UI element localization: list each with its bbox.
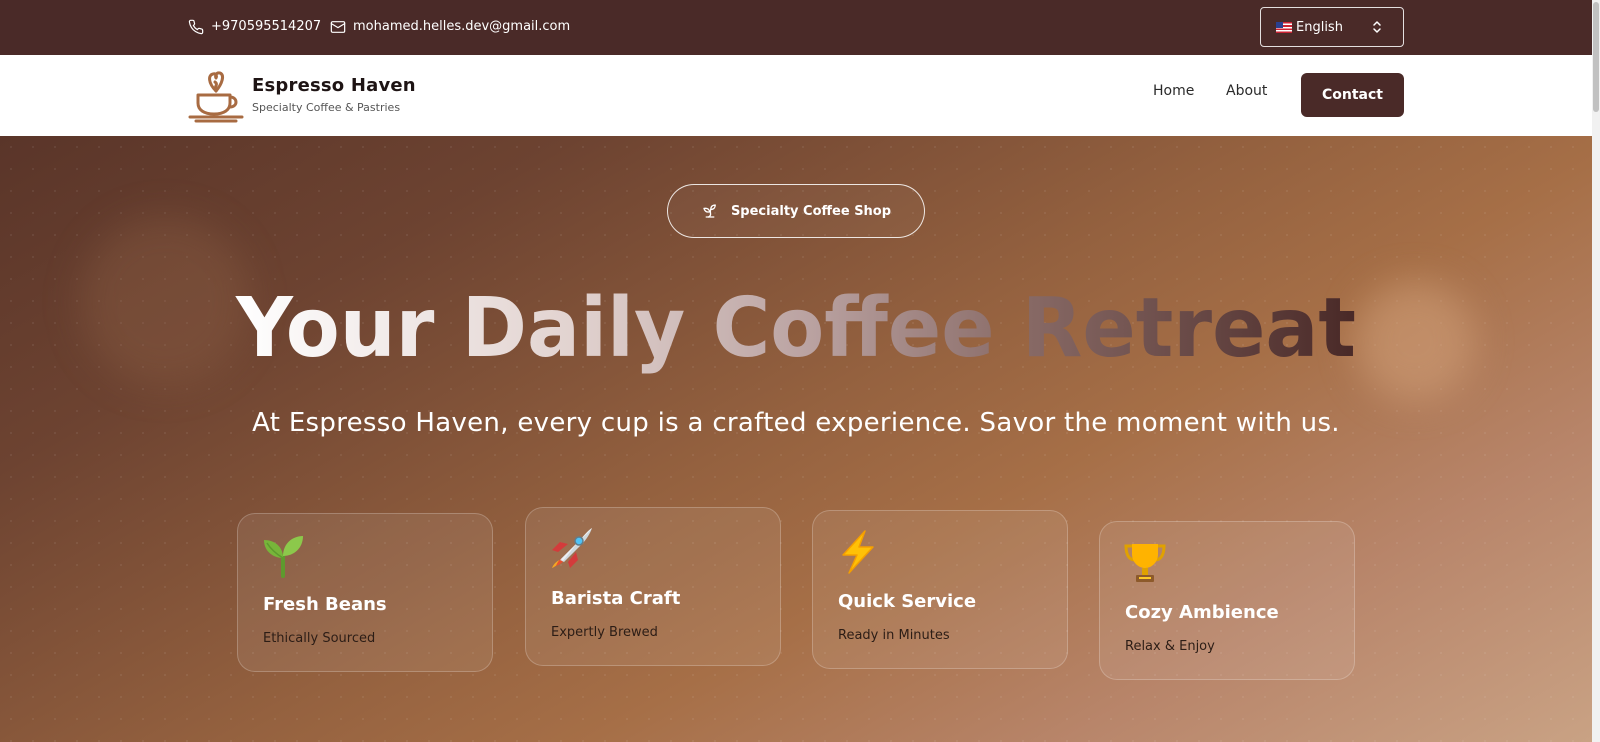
- feature-title: Fresh Beans: [263, 594, 387, 615]
- language-label: English: [1296, 19, 1343, 35]
- top-contact-bar: +970595514207 mohamed.helles.dev@gmail.c…: [0, 0, 1592, 55]
- brand: Espresso Haven Specialty Coffee & Pastri…: [252, 75, 416, 114]
- feature-subtitle: Ready in Minutes: [838, 628, 950, 643]
- feature-card[interactable]: Fresh Beans Ethically Sourced: [237, 513, 493, 672]
- lightning-icon: [842, 530, 874, 574]
- feature-card[interactable]: Cozy Ambience Relax & Enjoy: [1099, 521, 1355, 680]
- email-contact[interactable]: mohamed.helles.dev@gmail.com: [330, 0, 570, 53]
- scrollbar-thumb[interactable]: [1593, 2, 1599, 112]
- chevron-updown-icon: [1373, 21, 1381, 33]
- email-address: mohamed.helles.dev@gmail.com: [353, 19, 571, 34]
- mail-icon: [330, 20, 346, 33]
- feature-subtitle: Ethically Sourced: [263, 631, 376, 646]
- sprout-icon: [703, 204, 716, 218]
- svg-text:Your Daily C: Your Daily Coffee Retreat: [235, 281, 1356, 374]
- headline-gradient-text: Your Daily Coffee Retreat: [235, 281, 1356, 376]
- feature-subtitle: Relax & Enjoy: [1125, 639, 1215, 654]
- feature-title: Cozy Ambience: [1125, 602, 1279, 623]
- phone-number: +970595514207: [211, 19, 322, 34]
- seedling-icon: [264, 536, 303, 578]
- coffee-cup-logo-icon[interactable]: [186, 69, 246, 123]
- us-flag-icon: [1276, 21, 1292, 33]
- headline-word: Daily: [462, 281, 713, 374]
- main-navbar: Espresso Haven Specialty Coffee & Pastri…: [0, 55, 1592, 136]
- hero-badge-label: Specialty Coffee Shop: [730, 203, 892, 219]
- feature-title: Barista Craft: [551, 588, 681, 609]
- headline-word: Retreat: [1022, 281, 1356, 374]
- feature-card[interactable]: Barista Craft Expertly Brewed: [525, 507, 781, 666]
- nav-home-link[interactable]: Home: [1153, 83, 1194, 99]
- feature-card[interactable]: Quick Service Ready in Minutes: [812, 510, 1068, 669]
- nav-about-link[interactable]: About: [1226, 83, 1267, 99]
- hero-badge: Specialty Coffee Shop: [667, 184, 925, 238]
- headline-word: Coffee: [713, 281, 1022, 374]
- headline-word: Your: [235, 281, 462, 374]
- trophy-icon: [1124, 544, 1166, 582]
- hero-section: Specialty Coffee Shop Your Daily Coffee …: [0, 136, 1592, 742]
- page-scrollbar[interactable]: [1592, 0, 1600, 742]
- language-select[interactable]: English: [1260, 7, 1404, 47]
- hero-headline: Your Daily Coffee Retreat: [0, 274, 1592, 376]
- phone-icon: [188, 19, 204, 34]
- hero-subtitle: At Espresso Haven, every cup is a crafte…: [252, 408, 1340, 438]
- brand-name[interactable]: Espresso Haven: [252, 75, 416, 96]
- feature-subtitle: Expertly Brewed: [551, 625, 658, 640]
- phone-contact[interactable]: +970595514207: [188, 0, 321, 53]
- feature-title: Quick Service: [838, 591, 977, 612]
- contact-button[interactable]: Contact: [1301, 73, 1404, 117]
- brand-tagline: Specialty Coffee & Pastries: [252, 101, 401, 114]
- rocket-icon: [552, 528, 592, 568]
